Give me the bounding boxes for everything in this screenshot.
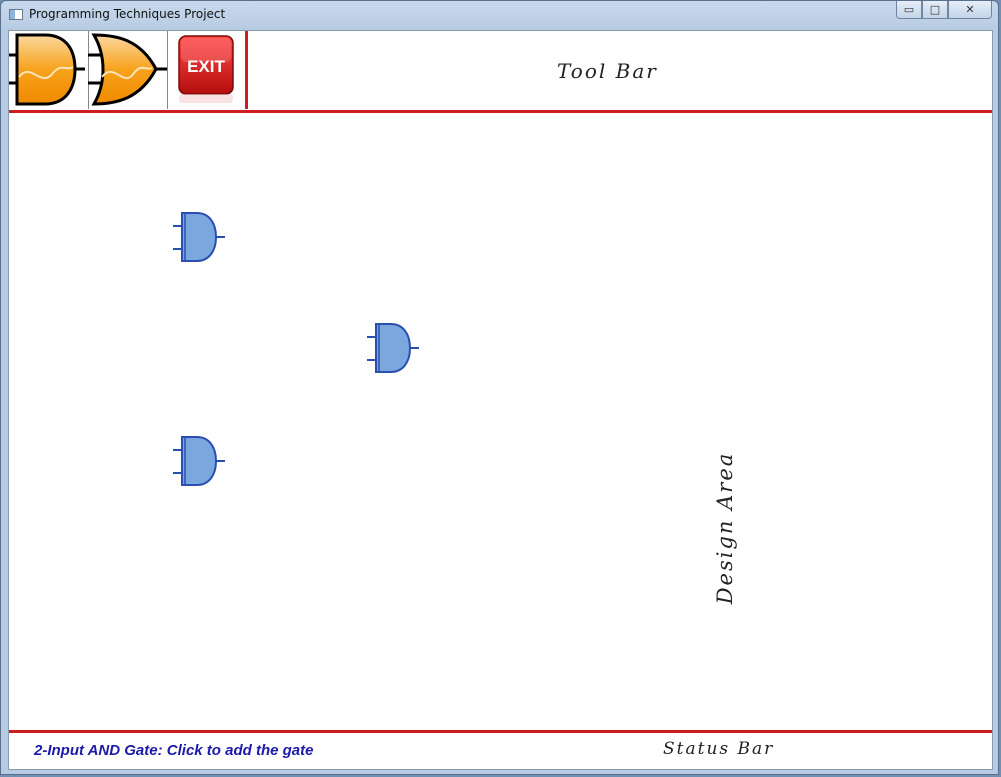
design-area-label: Design Area — [713, 451, 737, 605]
toolbar: EXIT Tool Bar — [9, 31, 992, 111]
status-message: 2-Input AND Gate: Click to add the gate — [34, 742, 314, 759]
toolbar-label: Tool Bar — [557, 59, 658, 83]
and-gate[interactable] — [173, 435, 225, 489]
minimize-button[interactable]: ▭ — [896, 1, 922, 19]
or-gate-tool[interactable] — [88, 31, 168, 109]
app-window: Programming Techniques Project ▭ □ ✕ EXI… — [0, 0, 999, 775]
exit-label: EXIT — [187, 57, 225, 76]
and-gate[interactable] — [173, 211, 225, 265]
minimize-icon: ▭ — [903, 3, 915, 16]
title-bar[interactable]: Programming Techniques Project ▭ □ ✕ — [1, 1, 998, 29]
close-button[interactable]: ✕ — [948, 1, 992, 19]
maximize-button[interactable]: □ — [922, 1, 948, 19]
window-title: Programming Techniques Project — [29, 7, 226, 21]
exit-tool[interactable]: EXIT — [167, 31, 248, 109]
status-bar: 2-Input AND Gate: Click to add the gate … — [9, 733, 992, 769]
exit-icon: EXIT — [178, 35, 234, 103]
and-gate[interactable] — [367, 322, 419, 376]
or-gate-icon — [88, 33, 167, 106]
window-controls: ▭ □ ✕ — [896, 1, 992, 19]
maximize-icon: □ — [929, 3, 941, 16]
and-gate-icon — [9, 33, 85, 106]
status-bar-label: Status Bar — [663, 739, 775, 759]
client-area: EXIT Tool Bar Design Area 2-Input AND Ga… — [8, 30, 993, 770]
close-icon: ✕ — [965, 3, 975, 16]
design-area[interactable]: Design Area — [9, 113, 992, 730]
app-window-icon — [9, 9, 23, 20]
and-gate-tool[interactable] — [9, 31, 89, 109]
